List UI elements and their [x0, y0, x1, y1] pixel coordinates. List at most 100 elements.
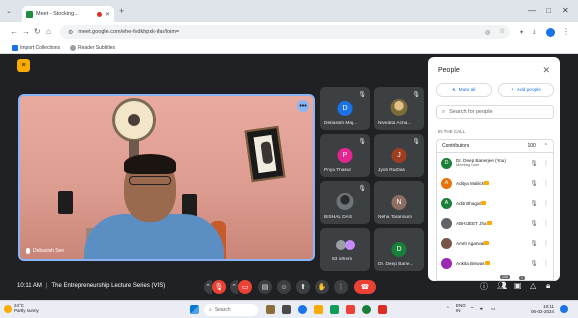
taskbar-search[interactable]: ⌕ Search	[204, 304, 258, 316]
mic-off-icon[interactable]: 🎙︎	[529, 160, 539, 167]
list-item[interactable]: ABHIJEET Jha 🎙︎ ⋮	[437, 213, 553, 233]
people-icon[interactable]: 👥︎	[497, 281, 507, 290]
chrome-icon[interactable]	[298, 305, 307, 314]
more-vert-icon[interactable]: ⋮	[543, 200, 549, 207]
raise-hand-button[interactable]: ✋	[315, 280, 329, 294]
more-vert-icon[interactable]: ⋮	[543, 260, 549, 267]
widgets-icon[interactable]	[282, 305, 291, 314]
more-vert-icon[interactable]: ⋮	[543, 180, 549, 187]
list-item[interactable]: A Aditya Mallick 🎙︎ ⋮	[437, 173, 553, 193]
list-item[interactable]: Ankita Biswas 🎙︎ ⋮	[437, 253, 553, 273]
more-vert-icon[interactable]: ⋮	[543, 240, 549, 247]
tab-list-chevron-icon[interactable]: ⌄	[6, 7, 12, 15]
mute-icon: 🔇︎	[452, 88, 456, 93]
wall-frame-image	[244, 125, 286, 183]
participant-tile[interactable]: 🎙︎ P Priya Thakur	[320, 134, 370, 177]
mic-off-icon[interactable]: 🎙︎	[529, 240, 539, 247]
host-controls-icon[interactable]: 🔒︎	[546, 281, 550, 291]
present-button[interactable]: ⬆	[296, 280, 310, 294]
more-vert-icon[interactable]: ⋮	[543, 160, 549, 167]
site-info-icon[interactable]: ⚙	[68, 29, 73, 36]
mic-off-icon[interactable]: 🎙︎	[529, 180, 539, 187]
new-tab-button[interactable]: +	[119, 6, 124, 16]
reload-icon[interactable]: ↻	[34, 27, 41, 36]
more-vert-icon[interactable]: ⋮	[543, 220, 549, 227]
mute-all-button[interactable]: 🔇︎ Mute all	[436, 83, 492, 97]
add-people-button[interactable]: + Add people	[498, 83, 554, 97]
mic-off-icon[interactable]: 🎙︎	[529, 200, 539, 207]
notification-icon[interactable]	[560, 305, 568, 313]
tray-chevron-icon[interactable]: ⌃	[446, 306, 450, 312]
emoji-button[interactable]: ☺	[277, 280, 291, 294]
close-window-button[interactable]: ✕	[562, 6, 569, 15]
system-clock[interactable]: 10:11 06-02-2024	[531, 304, 554, 315]
profile-avatar[interactable]	[546, 28, 555, 37]
list-item[interactable]: Amrit Agarwal 🎙︎ ⋮	[437, 233, 553, 253]
file-explorer-icon[interactable]	[314, 305, 323, 314]
main-speaker-tile[interactable]: Debasish Sen •••	[18, 94, 315, 261]
forward-icon[interactable]: →	[22, 27, 30, 36]
chat-icon[interactable]: ▣	[514, 281, 522, 290]
camera-off-button[interactable]: ▭	[238, 280, 252, 294]
browser-icon[interactable]	[362, 305, 371, 314]
extensions-icon[interactable]: ✦	[519, 29, 524, 36]
mic-options-button[interactable]: ⌃	[204, 280, 212, 294]
camera-options-button[interactable]: ⌃	[230, 280, 238, 294]
battery-icon[interactable]: ▭	[491, 306, 495, 312]
close-tab-icon[interactable]: ✕	[105, 11, 110, 18]
start-icon[interactable]	[190, 305, 199, 314]
list-item[interactable]: A Aditi Bhagat 🎙︎ ⋮	[437, 193, 553, 213]
more-options-icon[interactable]: •••	[297, 100, 309, 112]
meeting-details-icon[interactable]: ⓘ	[480, 281, 488, 292]
sheets-icon[interactable]	[330, 305, 339, 314]
more-options-button[interactable]: ⋮	[334, 280, 348, 294]
weather-sun-icon	[4, 305, 12, 313]
mic-off-icon[interactable]: 🎙︎	[529, 260, 539, 267]
chevron-up-icon: ⌃	[543, 143, 548, 149]
volume-icon[interactable]: 🔊︎	[480, 306, 483, 311]
mic-off-icon[interactable]: 🎙︎	[529, 220, 539, 227]
participant-tile[interactable]: N Neha Tarannum	[374, 181, 424, 224]
people-search-input[interactable]: ⌕ Search for people	[436, 105, 554, 119]
downloads-icon[interactable]: ⤓	[533, 29, 536, 36]
language-indicator[interactable]: ENG IN	[456, 303, 466, 314]
back-icon[interactable]: ←	[10, 27, 18, 36]
wifi-icon[interactable]: ⌔	[470, 306, 474, 312]
participant-tile[interactable]: D Dr. Deep Bane...	[374, 228, 424, 271]
browser-tab-meet[interactable]: Meet - Stocking... ✕	[22, 6, 114, 22]
bookmark-reader[interactable]: Reader Subtitles	[70, 44, 115, 51]
app-icon[interactable]	[346, 305, 355, 314]
mic-off-button[interactable]: 🎙︎	[212, 280, 226, 294]
bookmark-import[interactable]: Import Collections	[12, 44, 60, 51]
participant-name: BISHAL DAS	[324, 215, 353, 220]
close-panel-icon[interactable]: ✕	[542, 65, 550, 76]
activities-icon[interactable]: △	[530, 281, 536, 290]
list-item[interactable]: D Dr. Deep Banerjee (You) Meeting host 🎙︎…	[437, 153, 553, 173]
participant-tile[interactable]: 🎙︎ Nivedita Acha...	[374, 87, 424, 130]
taskview-icon[interactable]	[266, 305, 275, 314]
minimize-button[interactable]: —	[528, 6, 536, 15]
participant-name: Neha Tarannum	[378, 215, 413, 220]
url-omnibox[interactable]: ⚙ meet.google.com/ehe-fvdkhpxk-ifar/loim…	[60, 25, 510, 39]
browser-menu-icon[interactable]: ⋮	[562, 27, 570, 36]
meet-stage: ≡ Debasish Sen ••• 🎙︎ D Debasish Maj... …	[0, 54, 578, 300]
weather-widget[interactable]: 24°C Partly sunny	[14, 303, 39, 314]
avatar: D	[391, 242, 407, 257]
app-icon-red[interactable]	[378, 305, 387, 314]
participant-tile[interactable]: 🎙︎ D Debasish Maj...	[320, 87, 370, 130]
captions-button[interactable]: ▤	[258, 280, 272, 294]
leave-call-button[interactable]: ☎	[354, 280, 376, 294]
bookmark-star-icon[interactable]: ☆	[499, 27, 505, 35]
meeting-activities-icon[interactable]: ≡	[17, 59, 30, 72]
people-list: D Dr. Deep Banerjee (You) Meeting host 🎙︎…	[436, 153, 554, 281]
participant-tile[interactable]: 🎙︎ J Jyoti RuiDas	[374, 134, 424, 177]
home-icon[interactable]: ⌂	[46, 27, 51, 36]
bookmarks-bar: Import Collections Reader Subtitles	[0, 42, 578, 54]
muted-mic-icon: 🎙︎	[358, 139, 366, 145]
lens-icon[interactable]: ◎	[485, 29, 490, 36]
maximize-button[interactable]: □	[546, 6, 551, 15]
speaker-name-label: Debasish Sen	[33, 248, 65, 254]
others-tile[interactable]: 83 others	[320, 228, 370, 271]
participant-tile[interactable]: 🎙︎ BISHAL DAS	[320, 181, 370, 224]
contributors-header[interactable]: Contributors 100 ⌃	[436, 139, 554, 153]
